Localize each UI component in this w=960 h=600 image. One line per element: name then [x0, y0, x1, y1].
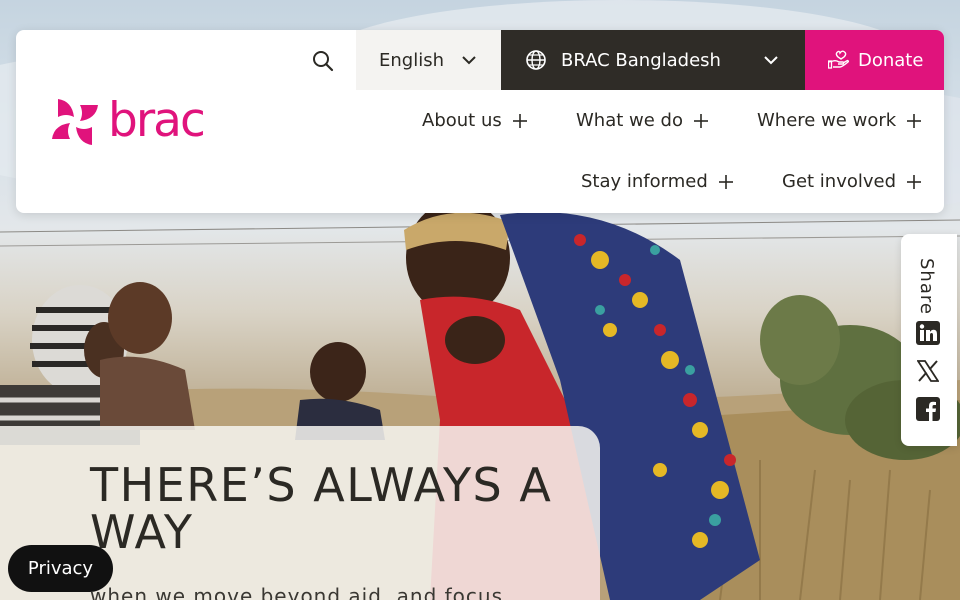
plus-icon	[907, 113, 922, 128]
chevron-down-icon	[764, 56, 778, 65]
nav-item-about-us[interactable]: About us	[422, 110, 528, 131]
plus-icon	[693, 113, 708, 128]
share-label: Share	[916, 258, 937, 315]
facebook-icon	[916, 397, 940, 421]
donate-button[interactable]: Donate	[805, 30, 944, 90]
hero-headline: THERE’S ALWAYS A WAY	[90, 458, 553, 559]
hand-heart-icon	[828, 50, 850, 69]
facebook-share-button[interactable]	[915, 396, 941, 422]
privacy-button[interactable]: Privacy	[8, 545, 113, 592]
site-header: brac English BRAC Bangladesh Donate Abou…	[16, 30, 944, 213]
brac-logo-mark-icon	[52, 99, 98, 145]
x-icon	[917, 360, 939, 382]
search-icon	[313, 51, 334, 72]
country-selector[interactable]: BRAC Bangladesh	[501, 30, 805, 90]
donate-label: Donate	[858, 49, 924, 71]
nav-item-label: What we do	[576, 110, 683, 131]
nav-item-label: Get involved	[782, 171, 897, 192]
nav-item-label: Stay informed	[581, 171, 708, 192]
nav-item-get-involved[interactable]: Get involved	[782, 171, 922, 192]
plus-icon	[718, 174, 733, 189]
search-button[interactable]	[304, 44, 342, 78]
share-rail: Share	[901, 234, 957, 446]
privacy-label: Privacy	[27, 558, 94, 579]
x-share-button[interactable]	[915, 358, 941, 384]
linkedin-share-button[interactable]	[915, 320, 941, 346]
country-label: BRAC Bangladesh	[561, 49, 721, 71]
nav-item-stay-informed[interactable]: Stay informed	[581, 171, 734, 192]
nav-item-label: About us	[422, 110, 502, 131]
brac-logo[interactable]: brac	[48, 94, 218, 150]
nav-item-where-we-work[interactable]: Where we work	[757, 110, 922, 131]
plus-icon	[907, 174, 922, 189]
plus-icon	[512, 113, 527, 128]
nav-item-label: Where we work	[757, 110, 897, 131]
logo-wordmark: brac	[108, 92, 206, 148]
chevron-down-icon	[462, 56, 476, 65]
nav-item-what-we-do[interactable]: What we do	[576, 110, 709, 131]
globe-icon	[526, 50, 546, 70]
language-label: English	[379, 49, 444, 71]
language-selector[interactable]: English	[356, 30, 501, 90]
hero-subline: when we move beyond aid, and focus	[90, 584, 503, 600]
linkedin-icon	[916, 321, 940, 345]
